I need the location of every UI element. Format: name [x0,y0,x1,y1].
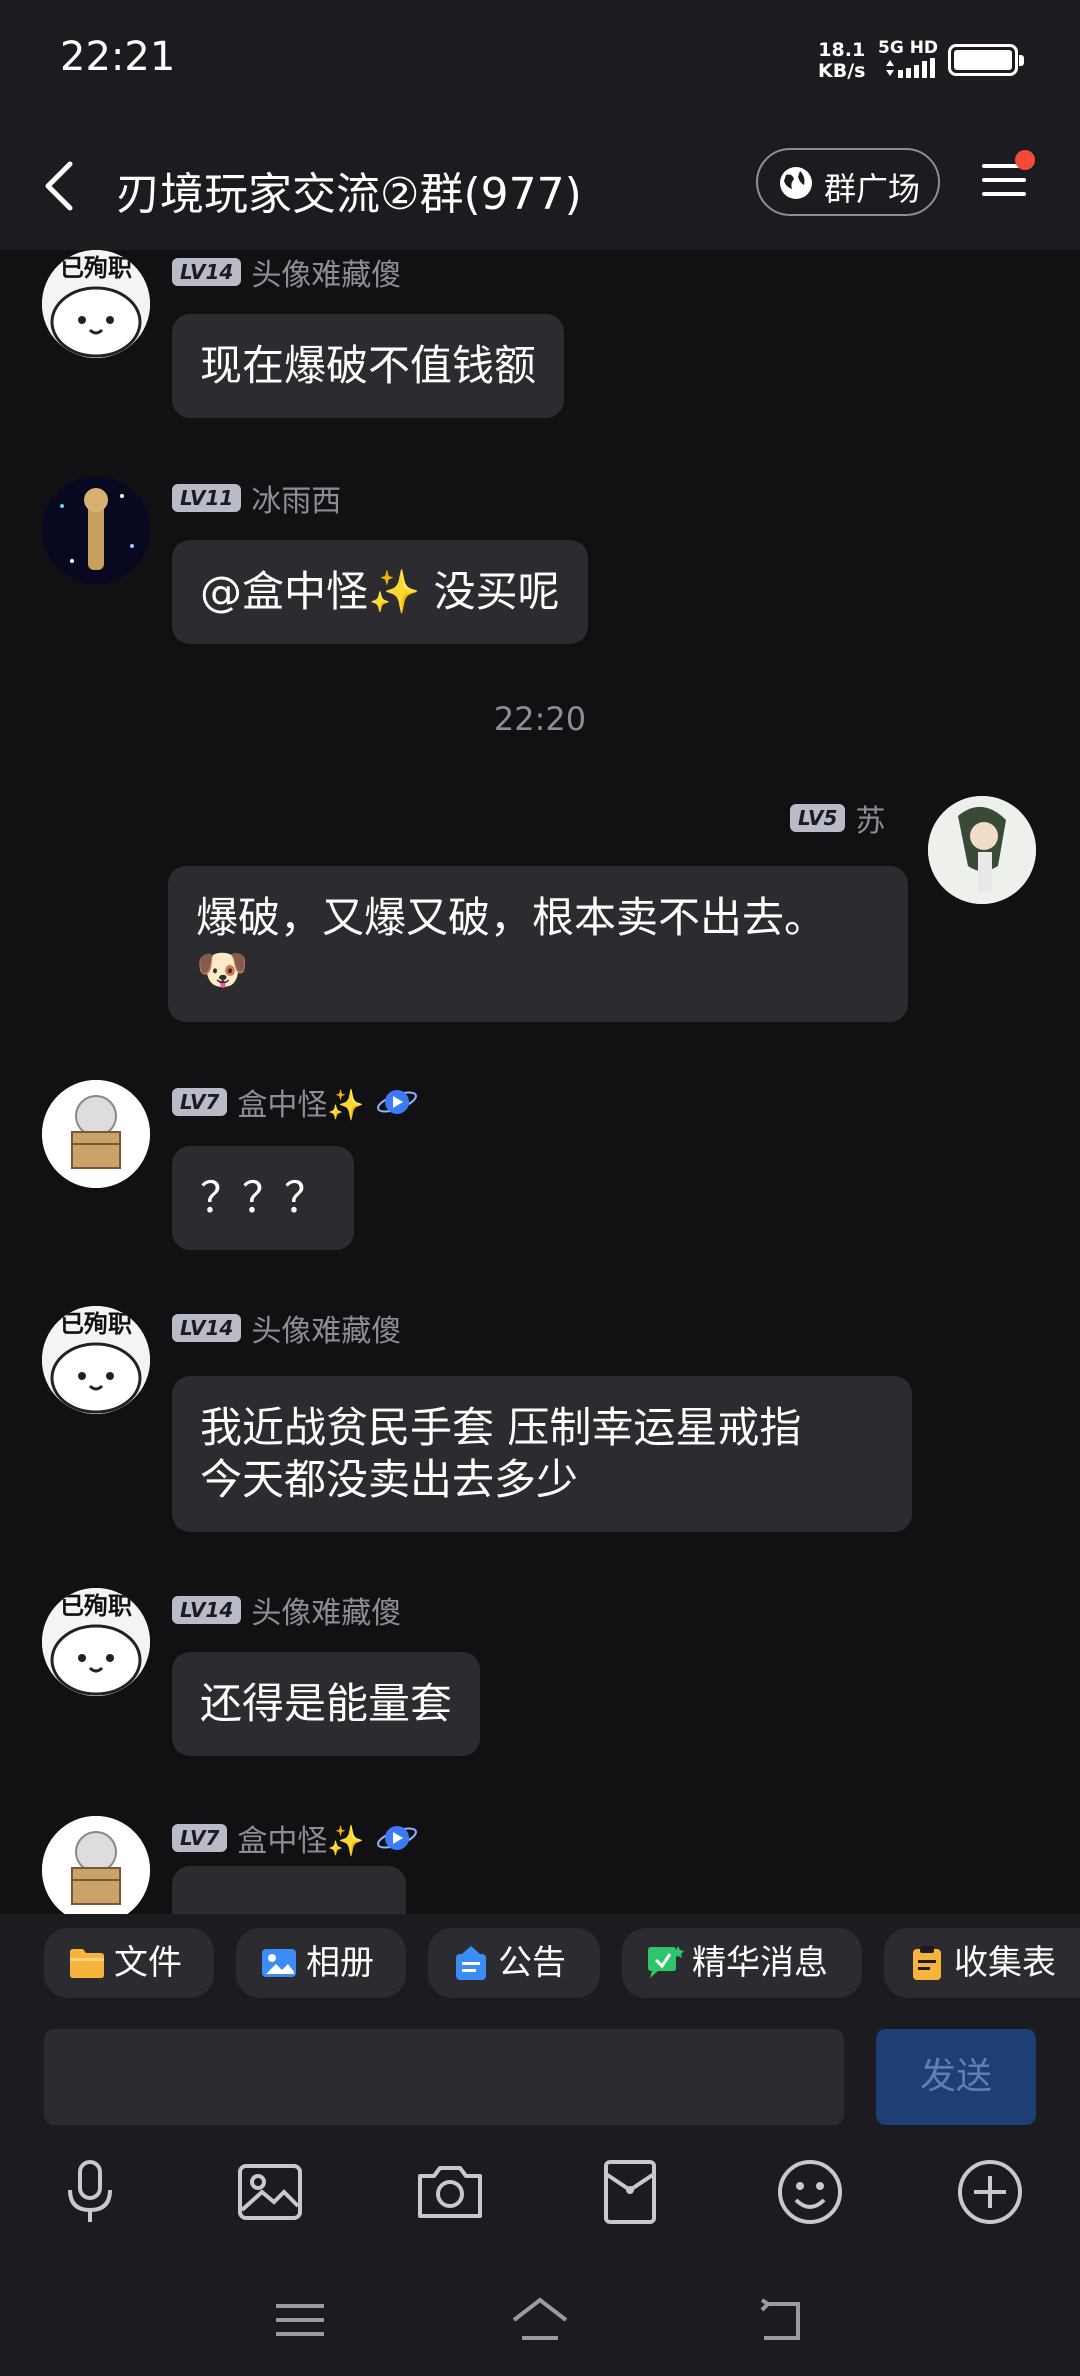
dog-emoji-icon: 🐶 [196,945,249,994]
message-bubble[interactable]: 我近战贫民手套 压制幸运星戒指 今天都没卖出去多少 [172,1376,912,1532]
sender-name[interactable]: 苏 [855,796,885,840]
shortcut-label: 精华消息 [692,1943,828,1983]
avatar[interactable]: 已殉职 [42,1306,150,1414]
shortcut-essence[interactable]: 精华消息 [622,1928,862,1998]
level-badge: LV14 [172,258,242,286]
character-avatar-icon [928,796,1036,904]
sender-meta: LV7 盒中怪✨ [172,1816,419,1859]
battery-icon [948,44,1024,76]
avatar-caption: 已殉职 [60,1310,132,1338]
camera-icon[interactable] [414,2156,486,2228]
avatar[interactable] [42,1080,150,1188]
level-badge: LV14 [172,1596,242,1624]
sender-name[interactable]: 头像难藏傻 [251,250,401,294]
avatar[interactable] [42,1816,150,1914]
message-input[interactable] [44,2029,844,2125]
cartoon-avatar-icon: 已殉职 [42,250,150,358]
group-square-button[interactable]: 群广场 [756,148,940,216]
emoji-icon[interactable] [774,2156,846,2228]
message-bubble[interactable]: ？？？ [172,1146,355,1250]
clipboard-icon [913,1946,941,1980]
cartoon-avatar-icon: 已殉职 [42,1588,150,1696]
message-text-line: 今天都没卖出去多少 [200,1455,579,1504]
sender-name[interactable]: 盒中怪✨ [237,1080,364,1124]
sender-meta: LV14 头像难藏傻 [172,250,401,293]
avatar[interactable] [42,476,150,584]
photo-album-icon [262,1949,296,1977]
shortcut-bar: 文件 相册 公告 精华消息 收集表 [0,1914,1080,2026]
planet-icon [376,1826,417,1850]
message-list[interactable]: 已殉职 LV14 头像难藏傻 现在爆破不值钱额 LV11 冰雨西 @盒中怪✨ 没买呢… [0,250,1080,1914]
globe-icon [780,167,812,199]
cartoon-avatar-icon: 已殉职 [42,1306,150,1414]
essence-message-icon [648,1946,684,1978]
microphone-icon[interactable] [54,2156,126,2228]
shortcut-label: 收集表 [954,1943,1056,1983]
group-square-label: 群广场 [824,170,921,208]
message-bubble[interactable]: 还得是能量套 [172,1652,481,1756]
starry-avatar-icon [42,476,150,584]
shortcut-album[interactable]: 相册 [236,1928,406,1998]
message-bubble[interactable]: 现在爆破不值钱额 [172,314,565,418]
sender-meta: LV14 头像难藏傻 [172,1588,401,1631]
message-bubble[interactable]: @盒中怪✨ 没买呢 [172,540,588,644]
sender-name[interactable]: 头像难藏傻 [251,1588,401,1632]
message-timestamp: 22:20 [493,700,587,738]
sender-meta: LV7 盒中怪✨ [172,1080,419,1123]
status-bar: 22:21 18.1 KB/s 5G HD [0,0,1080,120]
network-type: 5G HD [878,38,939,58]
avatar-caption: 已殉职 [60,1592,132,1620]
plus-icon[interactable] [954,2156,1026,2228]
red-packet-icon[interactable] [594,2156,666,2228]
shortcut-label: 公告 [498,1943,566,1983]
box-girl-avatar-icon [42,1080,150,1188]
planet-icon [376,1090,417,1114]
image-icon[interactable] [234,2156,306,2228]
sender-name[interactable]: 冰雨西 [251,476,341,520]
chevron-left-icon[interactable] [36,156,86,216]
avatar-caption: 已殉职 [60,254,132,282]
shortcut-label: 相册 [306,1943,374,1983]
folder-icon [70,1949,104,1978]
message-bubble[interactable] [172,1866,406,1914]
avatar[interactable] [928,796,1036,904]
status-time: 22:21 [60,34,176,80]
network-speed: 18.1 KB/s [818,39,866,82]
signal-icon [886,58,935,78]
message-text-line: 我近战贫民手套 压制幸运星戒指 [200,1403,802,1452]
menu-icon[interactable] [270,2292,330,2348]
chat-header: 刃境玩家交流②群(977) 群广场 [0,120,1080,250]
message-text: 爆破，又爆又破，根本卖不出去。 [196,893,827,942]
level-badge: LV7 [172,1088,228,1116]
back-icon[interactable] [750,2292,810,2348]
send-button[interactable]: 发送 [876,2029,1036,2125]
level-badge: LV7 [172,1824,228,1852]
sender-name[interactable]: 头像难藏傻 [251,1306,401,1350]
sender-meta: LV11 冰雨西 [172,476,341,519]
avatar[interactable]: 已殉职 [42,1588,150,1696]
level-badge: LV14 [172,1314,242,1342]
shortcut-collection-form[interactable]: 收集表 [884,1928,1080,1998]
level-badge: LV11 [172,484,242,512]
shortcut-label: 文件 [114,1943,182,1983]
avatar[interactable]: 已殉职 [42,250,150,358]
announcement-icon [456,1946,486,1980]
shortcut-announcement[interactable]: 公告 [428,1928,600,1998]
shortcut-files[interactable]: 文件 [44,1928,214,1998]
input-area: 发送 [0,2026,1080,2376]
box-girl-avatar-icon [42,1816,150,1914]
notification-dot [1015,150,1035,170]
level-badge: LV5 [790,804,846,832]
message-bubble[interactable]: 爆破，又爆又破，根本卖不出去。 🐶 [168,866,908,1022]
sender-name[interactable]: 盒中怪✨ [237,1816,364,1860]
sender-meta: LV5 苏 [790,796,885,839]
sender-meta: LV14 头像难藏傻 [172,1306,401,1349]
home-icon[interactable] [510,2292,570,2348]
chat-title[interactable]: 刃境玩家交流②群(977) [116,158,582,222]
